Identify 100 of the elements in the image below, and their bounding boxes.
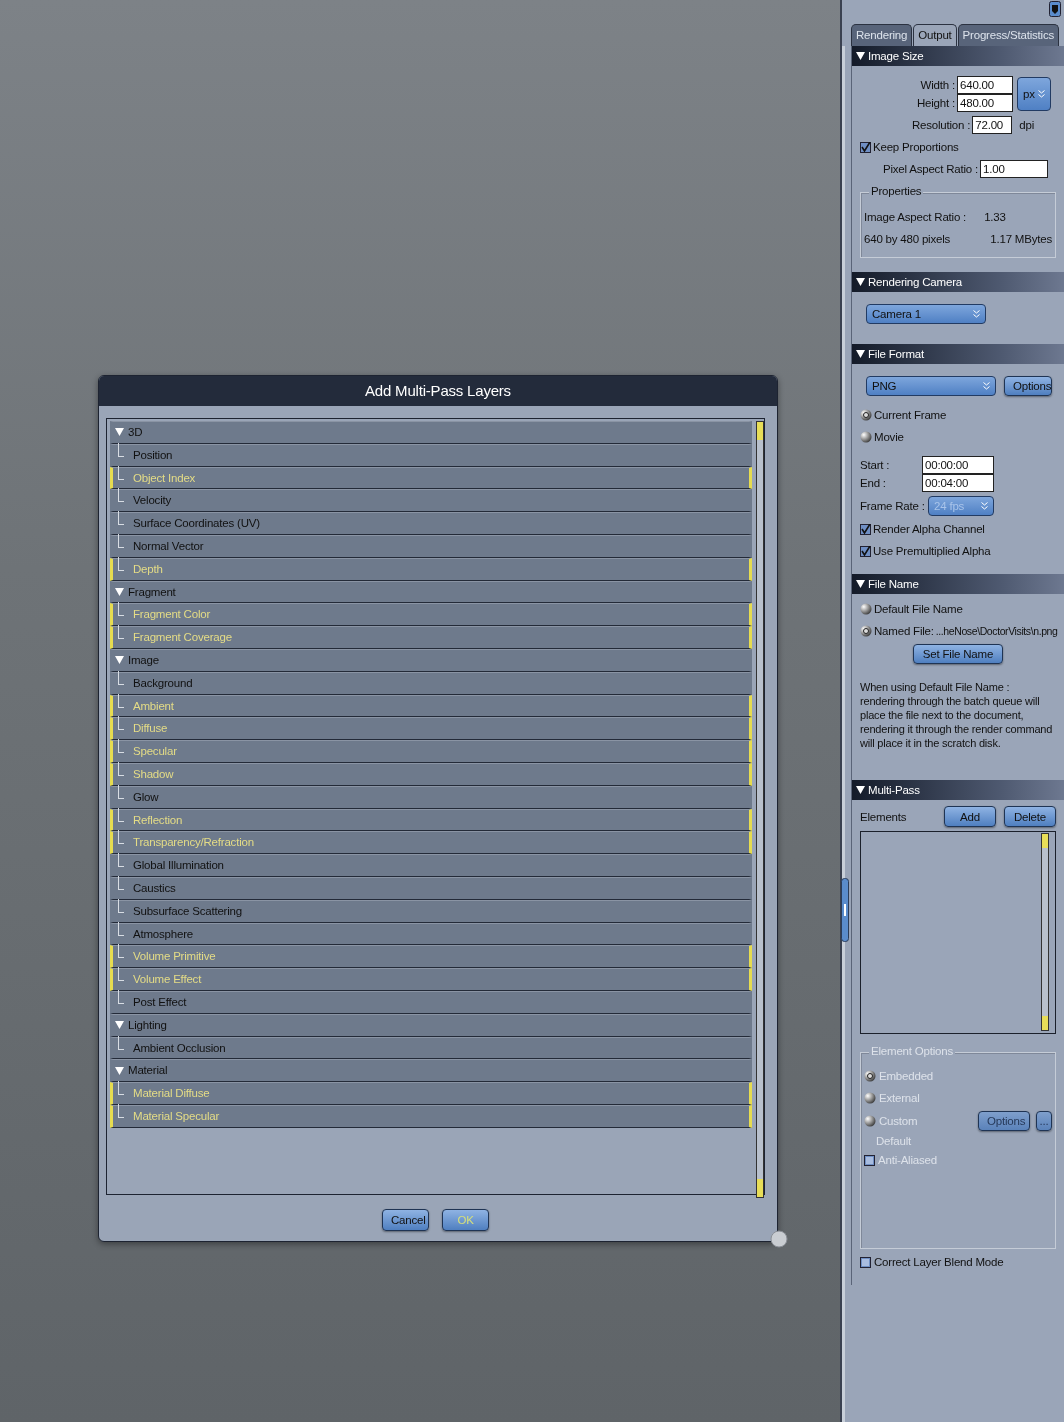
layer-group[interactable]: 3D [110,421,752,444]
field-label: Resolution : [911,119,971,131]
checkbox[interactable] [860,141,871,153]
input-field[interactable]: 72.00 [972,116,1013,134]
dropdown[interactable]: px [1017,77,1051,111]
layer-item[interactable]: Atmosphere [110,922,752,946]
scrollbar[interactable] [1041,833,1049,1031]
layer-item[interactable]: Glow [110,785,752,809]
layer-item[interactable]: Shadow [110,762,752,786]
checkbox[interactable] [860,1256,871,1268]
input-field[interactable]: 480.00 [957,94,1013,112]
scrollbar[interactable] [756,421,764,1198]
layer-item[interactable]: Post Effect [110,990,752,1014]
layer-item[interactable]: Object Index [110,466,752,490]
layer-item[interactable]: Depth [110,557,752,581]
elements-list[interactable] [860,831,1056,1034]
layer-group[interactable]: Lighting [110,1013,752,1037]
radio-button[interactable] [860,409,872,421]
layer-item[interactable]: Position [110,443,752,467]
checkbox-label: Correct Layer Blend Mode [874,1256,1004,1268]
resize-grip-icon[interactable] [770,1230,788,1248]
layer-item[interactable]: Velocity [110,489,752,513]
layer-item[interactable]: Volume Primitive [110,945,752,969]
checkbox[interactable] [860,523,871,535]
layer-item[interactable]: Specular [110,740,752,763]
property-label: 640 by 480 pixels [864,233,951,245]
layer-item[interactable]: Surface Coordinates (UV) [110,512,752,535]
layer-item[interactable]: Volume Effect [110,968,752,991]
add-button[interactable]: Add [944,806,996,827]
checkbox-label: Anti-Aliased [878,1154,937,1166]
section-header[interactable]: File Format [852,344,1064,364]
field-label: Height : [916,97,955,109]
field-label: Frame Rate : [860,500,922,512]
help-text: When using Default File Name : rendering through the batch queue will place the file next to the document, rendering it through the render command will place it in the scratch disk. [860,680,1054,750]
layer-item[interactable]: Reflection [110,808,752,832]
expand-triangle-icon[interactable] [856,52,865,60]
section-header[interactable]: Rendering Camera [852,272,1064,292]
expand-triangle-icon[interactable] [856,350,865,358]
section-header[interactable]: Image Size [852,46,1064,66]
options-button[interactable]: Options [1004,376,1052,396]
dropdown[interactable]: PNG [866,376,996,396]
radio-button[interactable] [860,625,872,637]
tab[interactable]: Output [913,24,957,46]
layer-item[interactable]: Fragment Coverage [110,626,752,649]
checkbox-label: Render Alpha Channel [873,523,985,535]
input-field[interactable]: 640.00 [957,76,1013,94]
list-label: Elements [860,810,908,823]
section-header[interactable]: File Name [852,574,1064,594]
layer-item[interactable]: Ambient [110,694,752,718]
checkbox-label: Use Premultiplied Alpha [873,545,991,557]
radio-label: Named File: [874,625,934,637]
layer-item[interactable]: Background [110,671,752,695]
layer-item[interactable]: Ambient Occlusion [110,1036,752,1060]
radio-button[interactable] [860,431,872,443]
layer-item[interactable]: Transparency/Refraction [110,831,752,855]
expand-triangle-icon[interactable] [856,786,865,794]
layer-item[interactable]: Material Diffuse [110,1082,752,1105]
layer-item[interactable]: Fragment Color [110,603,752,627]
option-text: Default [875,1135,913,1147]
collapse-handle[interactable] [841,878,849,942]
dialog-title: Add Multi-Pass Layers [99,376,777,406]
chevron-icon [983,382,990,390]
layer-group[interactable]: Material [110,1059,752,1083]
cancel-button[interactable]: Cancel [382,1209,429,1231]
chevron-icon [973,310,980,318]
layer-item[interactable]: Diffuse [110,717,752,741]
layer-group[interactable]: Image [110,648,752,672]
checkbox[interactable] [860,545,871,557]
radio-label: Current Frame [874,409,947,421]
layer-item[interactable]: Subsurface Scattering [110,899,752,923]
field-label: Pixel Aspect Ratio : [882,163,978,175]
expand-triangle-icon[interactable] [856,580,865,588]
input-field[interactable]: 00:00:00 [922,456,994,474]
field-label: Width : [920,79,955,91]
property-label: Image Aspect Ratio : [864,211,967,223]
file-path: ...heNose\DoctorVisits\n.png [935,625,1058,637]
radio-button[interactable] [860,603,872,615]
radio-label: Movie [874,431,904,443]
property-value: 1.33 [984,211,1006,223]
layer-item[interactable]: Global Illumination [110,854,752,877]
layer-item[interactable]: Caustics [110,876,752,900]
expand-triangle-icon[interactable] [856,278,865,286]
section-header[interactable]: Multi-Pass [852,780,1064,800]
field-label: End : [860,477,887,489]
delete-button[interactable]: Delete [1004,806,1056,827]
input-field[interactable]: 1.00 [980,160,1048,178]
layer-item[interactable]: Normal Vector [110,535,752,558]
radio-label: Embedded [879,1070,934,1082]
input-field[interactable]: 00:04:00 [922,474,994,492]
chevron-icon [981,502,988,510]
layer-group[interactable]: Fragment [110,580,752,604]
checkbox-label: Keep Proportions [873,141,959,153]
tab[interactable]: Progress/Statistics [957,24,1060,46]
layer-item[interactable]: Material Specular [110,1104,752,1128]
group-title: Element Options [869,1045,955,1057]
radio-label: Default File Name [874,603,963,615]
dropdown[interactable]: Camera 1 [866,304,986,324]
tab[interactable]: Rendering [851,24,913,46]
unit-label: dpi [1019,119,1034,131]
set-file-name-button[interactable]: Set File Name [913,644,1003,664]
